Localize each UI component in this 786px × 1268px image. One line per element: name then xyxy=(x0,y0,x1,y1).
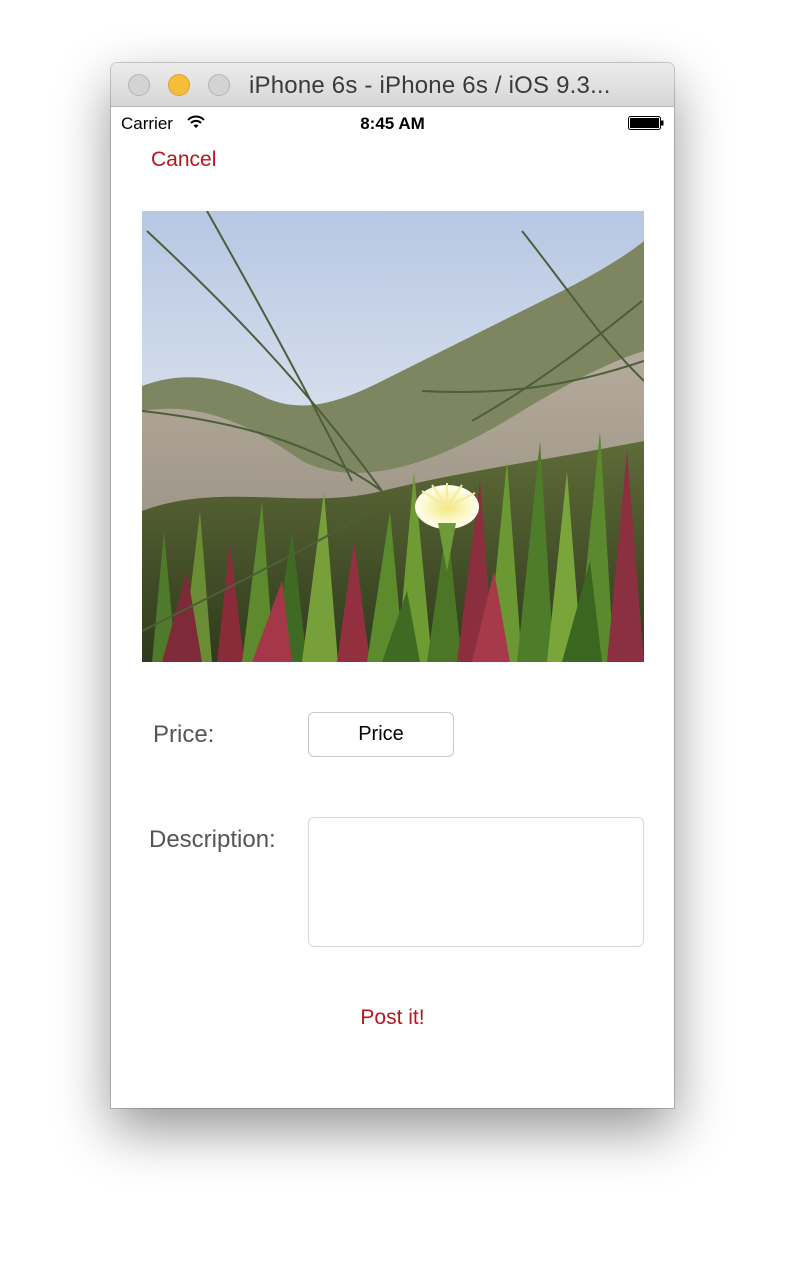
battery-icon xyxy=(628,116,664,130)
price-label: Price: xyxy=(153,721,215,748)
description-label: Description: xyxy=(149,826,276,853)
description-input[interactable] xyxy=(308,817,644,947)
window-title: iPhone 6s - iPhone 6s / iOS 9.3... xyxy=(249,72,611,99)
zoom-window-button[interactable] xyxy=(208,74,230,96)
post-button[interactable]: Post it! xyxy=(111,1006,674,1030)
simulator-window: iPhone 6s - iPhone 6s / iOS 9.3... Carri… xyxy=(111,63,674,1108)
ios-status-bar: Carrier 8:45 AM xyxy=(111,108,674,138)
cancel-button[interactable]: Cancel xyxy=(151,148,216,172)
price-input[interactable] xyxy=(308,712,454,757)
minimize-window-button[interactable] xyxy=(168,74,190,96)
listing-photo xyxy=(142,211,644,662)
status-time: 8:45 AM xyxy=(360,114,425,133)
close-window-button[interactable] xyxy=(128,74,150,96)
window-titlebar: iPhone 6s - iPhone 6s / iOS 9.3... xyxy=(111,63,674,107)
